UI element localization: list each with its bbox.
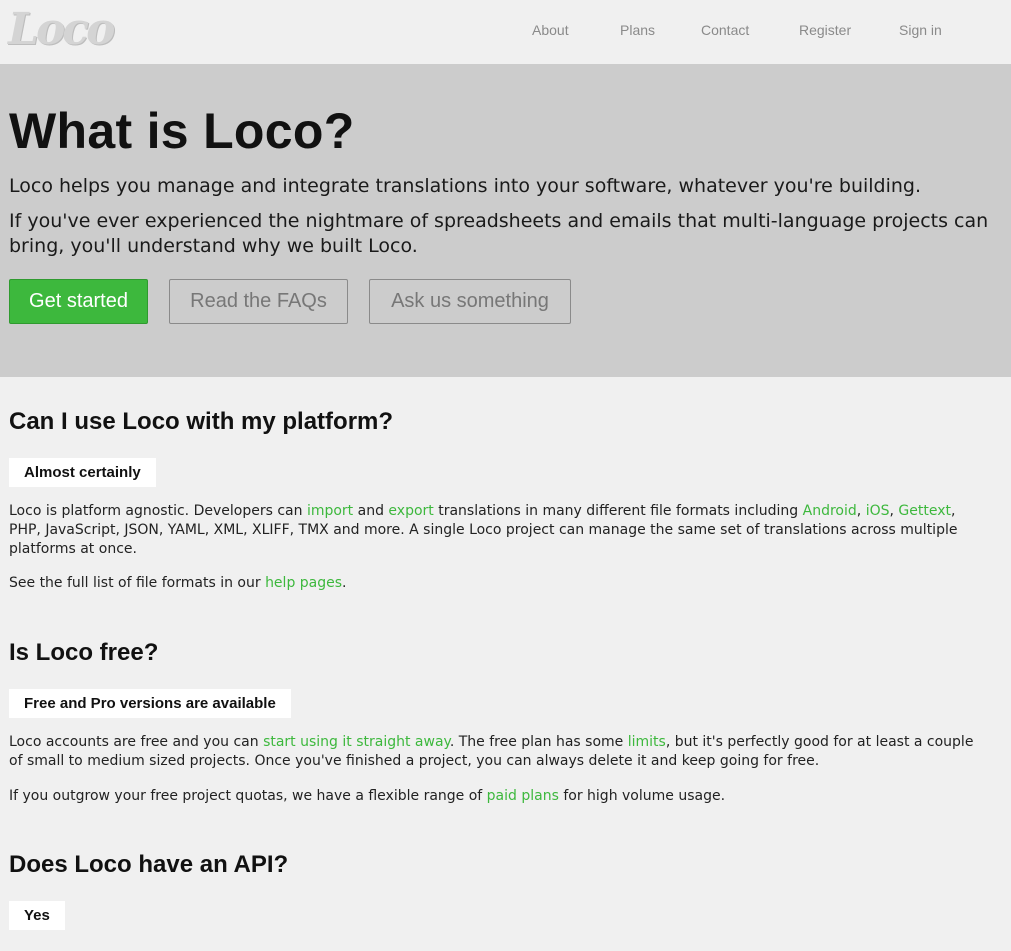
nav-sign-in-link[interactable]: Sign in xyxy=(899,22,942,38)
faq-answer-platform-help: See the full list of file formats in our… xyxy=(9,575,347,591)
help-pages-link[interactable]: help pages xyxy=(265,575,342,591)
faq-answer-badge-free: Free and Pro versions are available xyxy=(9,689,291,718)
faq-question-platform: Can I use Loco with my platform? xyxy=(9,408,394,435)
read-faqs-button[interactable]: Read the FAQs xyxy=(169,279,348,324)
hero-description-line1: If you've ever experienced the nightmare… xyxy=(9,210,989,232)
nav-contact-link[interactable]: Contact xyxy=(701,22,749,38)
nav-plans-link[interactable]: Plans xyxy=(620,22,655,38)
paid-plans-link[interactable]: paid plans xyxy=(487,788,559,804)
faq-answer-free-text: Loco accounts are free and you can start… xyxy=(9,734,974,769)
ios-link[interactable]: iOS xyxy=(866,503,890,519)
start-using-link[interactable]: start using it straight away xyxy=(263,734,450,750)
import-link[interactable]: import xyxy=(307,503,353,519)
loco-logo[interactable]: Loco xyxy=(8,4,115,55)
hero-description-line2: bring, you'll understand why we built Lo… xyxy=(9,235,418,257)
ask-us-something-button[interactable]: Ask us something xyxy=(369,279,571,324)
gettext-link[interactable]: Gettext xyxy=(898,503,951,519)
faq-answer-badge-api: Yes xyxy=(9,901,65,930)
android-link[interactable]: Android xyxy=(803,503,857,519)
nav-register-link[interactable]: Register xyxy=(799,22,851,38)
hero-intro: Loco helps you manage and integrate tran… xyxy=(9,175,922,197)
faq-question-free: Is Loco free? xyxy=(9,639,159,666)
nav-about-link[interactable]: About xyxy=(532,22,569,38)
faq-answer-platform-text: Loco is platform agnostic. Developers ca… xyxy=(9,503,958,557)
limits-link[interactable]: limits xyxy=(628,734,666,750)
faq-answer-free-plans: If you outgrow your free project quotas,… xyxy=(9,788,726,804)
hero-title: What is Loco? xyxy=(9,103,355,159)
export-link[interactable]: export xyxy=(388,503,433,519)
faq-answer-badge-platform: Almost certainly xyxy=(9,458,156,487)
hero-section: What is Loco? Loco helps you manage and … xyxy=(0,64,1011,377)
top-navigation-bar: Loco About Plans Contact Register Sign i… xyxy=(0,0,1011,64)
faq-question-api: Does Loco have an API? xyxy=(9,851,289,878)
get-started-button[interactable]: Get started xyxy=(9,279,148,324)
